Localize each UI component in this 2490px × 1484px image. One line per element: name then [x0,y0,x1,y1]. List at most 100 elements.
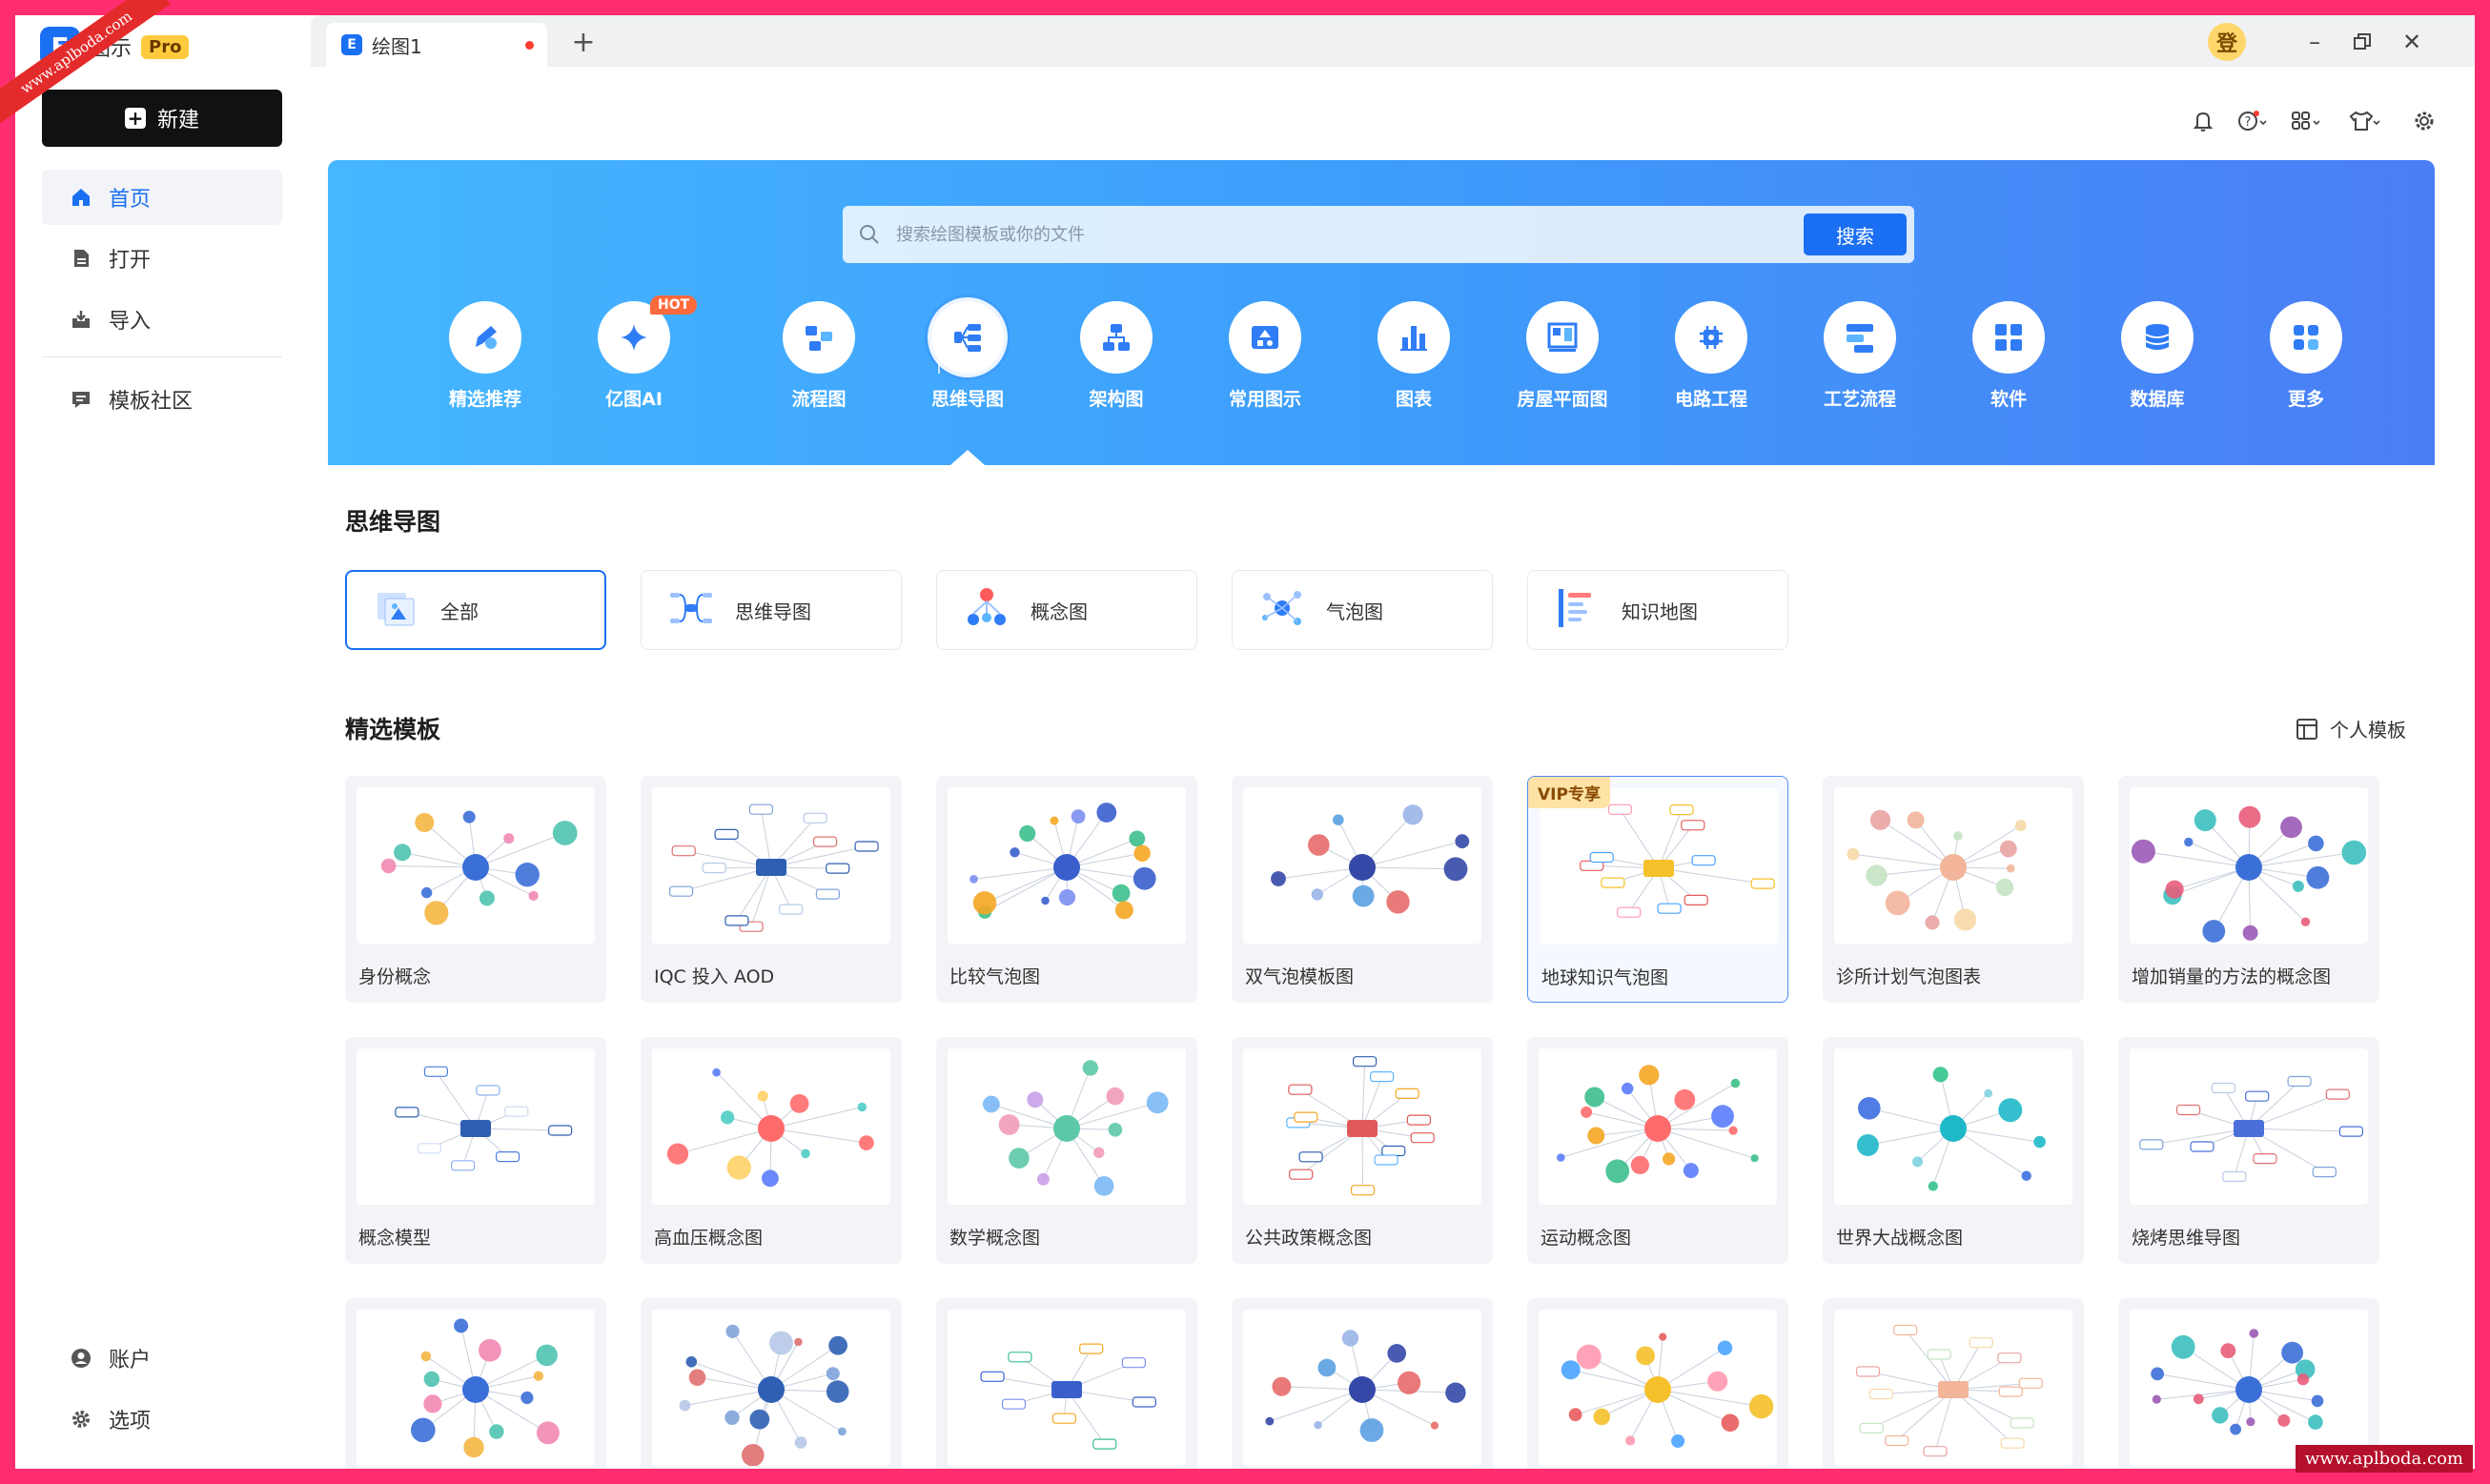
new-button[interactable]: + 新建 [42,90,282,147]
search-button[interactable]: 搜索 [1804,213,1907,255]
template-card[interactable]: 双气泡模板图 [1232,776,1493,1003]
category-row: 精选推荐 亿图AI HOT 流程图 思维导图 架构图 常用图示 图表 房屋平面图 电路工程 工艺流程… [414,295,2378,416]
add-tab-button[interactable]: + [566,27,601,61]
subcategory-knowledge[interactable]: 知识地图 [1527,570,1788,650]
template-thumbnail [652,787,890,944]
template-card[interactable] [1823,1298,2084,1469]
pro-badge: Pro [141,34,190,59]
new-button-label: 新建 [156,109,199,132]
category-more[interactable]: 更多 [2235,301,2378,416]
template-name: 概念模型 [358,1228,432,1249]
personal-templates-link[interactable]: 个人模板 [2296,715,2406,742]
template-name: 增加销量的方法的概念图 [2132,966,2332,987]
subcategory-all[interactable]: 全部 [345,570,606,650]
subcategory-mindmap[interactable]: 思维导图 [641,570,902,650]
template-thumbnail [1834,1048,2072,1205]
sidebar-item-label: 模板社区 [109,390,194,414]
category-label: 亿图AI [605,389,663,410]
category-chart[interactable]: 图表 [1342,301,1485,416]
document-tab[interactable]: E 绘图1 [326,23,547,67]
category-floorplan[interactable]: 房屋平面图 [1491,301,1634,416]
subcategory-bubble[interactable]: 气泡图 [1232,570,1493,650]
sidebar-item-options[interactable]: 选项 [42,1392,282,1447]
subcategory-concept[interactable]: 概念图 [936,570,1197,650]
featured-icon [449,301,521,374]
template-card[interactable]: 增加销量的方法的概念图 [2118,776,2379,1003]
mindmap-icon [931,301,1004,374]
template-name: 比较气泡图 [949,966,1041,987]
template-name: 身份概念 [358,966,432,987]
category-label: 思维导图 [930,389,1004,410]
template-card[interactable] [1527,1298,1788,1469]
document-icon: E [341,34,362,55]
template-card[interactable]: 世界大战概念图 [1823,1037,2084,1264]
template-card[interactable]: VIP专享 地球知识气泡图 [1527,776,1788,1003]
section-title-mindmap: 思维导图 [345,508,441,536]
template-card[interactable]: 比较气泡图 [936,776,1197,1003]
sidebar-item-home[interactable]: 首页 [42,170,282,225]
gear-icon [71,1409,92,1430]
template-card[interactable] [936,1298,1197,1469]
template-card[interactable]: IQC 投入 AOD [641,776,902,1003]
search-icon [860,225,879,244]
sidebar-item-label: 账户 [109,1349,152,1372]
sidebar-item-open[interactable]: 打开 [42,231,282,286]
category-label: 工艺流程 [1823,389,1896,410]
template-card[interactable] [345,1298,606,1469]
template-card[interactable]: 身份概念 [345,776,606,1003]
category-flowchart[interactable]: 流程图 [747,301,890,416]
template-thumbnail [1243,1310,1481,1466]
category-software[interactable]: 软件 [1937,301,2080,416]
subcategory-label: 知识地图 [1622,600,1698,623]
template-card[interactable]: 数学概念图 [936,1037,1197,1264]
template-card[interactable]: 高血压概念图 [641,1037,902,1264]
category-ai[interactable]: 亿图AI HOT [562,295,705,416]
template-thumbnail [1834,1310,2072,1466]
close-icon[interactable]: ✕ [2393,23,2431,61]
template-card[interactable] [641,1298,902,1469]
template-name: IQC 投入 AOD [654,966,775,987]
template-card[interactable]: 公共政策概念图 [1232,1037,1493,1264]
search-input[interactable] [896,215,1792,254]
active-category-caret [950,450,985,465]
category-process[interactable]: 工艺流程 [1788,301,1931,416]
category-database[interactable]: 数据库 [2086,301,2229,416]
sidebar-item-import[interactable]: 导入 [42,292,282,347]
personal-templates-label: 个人模板 [2330,719,2406,742]
category-label: 流程图 [791,389,847,410]
sidebar-item-community[interactable]: 模板社区 [42,372,282,427]
category-common[interactable]: 常用图示 [1194,301,1337,416]
sidebar-item-label: 导入 [109,310,152,334]
template-card[interactable]: 烧烤思维导图 [2118,1037,2379,1264]
unsaved-indicator [525,41,534,50]
login-avatar[interactable]: 登 [2208,23,2246,61]
org-icon [1080,301,1153,374]
category-label: 电路工程 [1674,389,1747,410]
template-card[interactable] [1232,1298,1493,1469]
knowledge-icon [1555,585,1601,636]
template-thumbnail [2130,787,2368,944]
template-name: 数学概念图 [949,1228,1041,1249]
sidebar-item-label: 首页 [109,188,152,212]
restore-icon[interactable] [2343,23,2381,61]
sidebar-item-account[interactable]: 账户 [42,1331,282,1386]
category-circuit[interactable]: 电路工程 [1640,301,1783,416]
minimize-icon[interactable]: – [2296,23,2334,61]
template-thumbnail [2130,1310,2368,1466]
hero-banner: 搜索 精选推荐 亿图AI HOT 流程图 思维导图 架构图 常用图示 图表 房屋平面图 电路工程 工… [328,160,2435,465]
template-thumbnail [948,1310,1186,1466]
category-mindmap[interactable]: 思维导图 [896,301,1039,416]
template-layout-icon [2296,718,2317,740]
template-card[interactable]: 运动概念图 [1527,1037,1788,1264]
template-card[interactable] [2118,1298,2379,1469]
category-featured[interactable]: 精选推荐 [414,301,557,416]
flowchart-icon [783,301,855,374]
subcategory-label: 概念图 [1031,600,1088,623]
import-icon [71,309,92,330]
template-card[interactable]: 诊所计划气泡图表 [1823,776,2084,1003]
template-card[interactable]: 概念模型 [345,1037,606,1264]
subcategory-label: 全部 [440,600,479,623]
category-org[interactable]: 架构图 [1045,301,1188,416]
common-icon [1229,301,1301,374]
sidebar-divider [42,356,282,357]
